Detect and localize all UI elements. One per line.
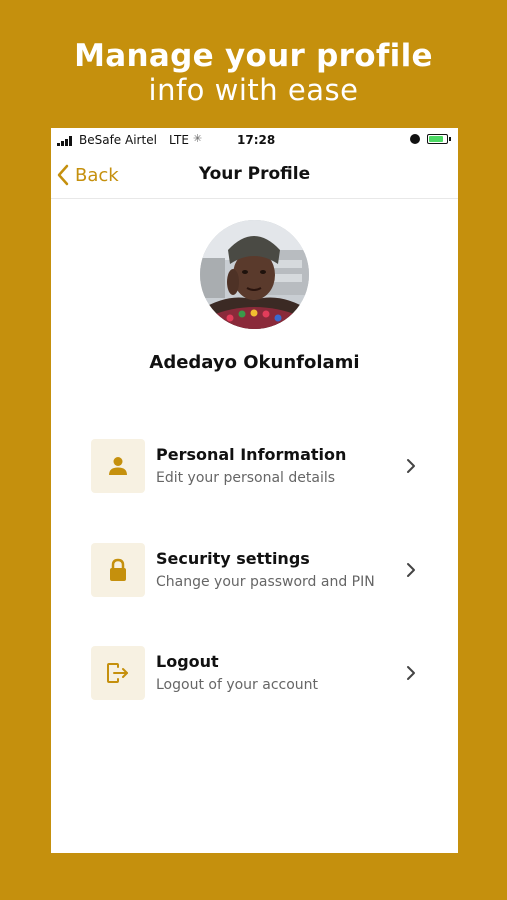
logout-icon: [107, 663, 128, 683]
chevron-right-icon: [407, 666, 415, 680]
status-time: 17:28: [237, 133, 276, 147]
promo-line-1: Manage your profile: [74, 38, 433, 74]
menu-item-title: Logout: [156, 652, 219, 671]
profile-name: Adedayo Okunfolami: [149, 352, 360, 373]
signal-icon: [57, 136, 75, 146]
menu-item-subtitle: Change your password and PIN: [156, 574, 375, 590]
person-icon: [109, 457, 127, 475]
menu-item-security-settings[interactable]: Security settings Change your password a…: [91, 543, 431, 599]
menu-icon-tile: [91, 646, 145, 700]
chevron-right-icon: [407, 459, 415, 473]
battery-cap: [449, 137, 451, 141]
activity-spinner-icon: ✳: [193, 132, 203, 145]
carrier-name: BeSafe Airtel: [79, 133, 157, 147]
promo-line-2: info with ease: [148, 73, 359, 107]
menu-item-title: Personal Information: [156, 445, 347, 464]
menu-item-personal-information[interactable]: Personal Information Edit your personal …: [91, 439, 431, 495]
page-title: Your Profile: [198, 164, 311, 184]
menu-icon-tile: [91, 439, 145, 493]
avatar[interactable]: [200, 220, 309, 329]
network-type: LTE: [169, 133, 189, 147]
menu-item-subtitle: Logout of your account: [156, 677, 319, 693]
avatar-photo: [200, 220, 309, 329]
battery-icon: [427, 134, 448, 144]
menu-item-logout[interactable]: Logout Logout of your account: [91, 646, 431, 702]
chevron-right-icon: [407, 563, 415, 577]
menu-item-title: Security settings: [156, 549, 310, 568]
promo-headline: Manage your profile info with ease: [0, 38, 507, 106]
menu-icon-tile: [91, 543, 145, 597]
status-bar: BeSafe Airtel LTE ✳ 17:28: [51, 128, 458, 152]
menu-item-subtitle: Edit your personal details: [156, 470, 336, 486]
alarm-icon: [410, 134, 420, 144]
phone-screen: BeSafe Airtel LTE ✳ 17:28 Back Your Prof…: [51, 128, 458, 853]
nav-bar: Back Your Profile: [51, 152, 458, 199]
lock-icon: [110, 558, 126, 581]
